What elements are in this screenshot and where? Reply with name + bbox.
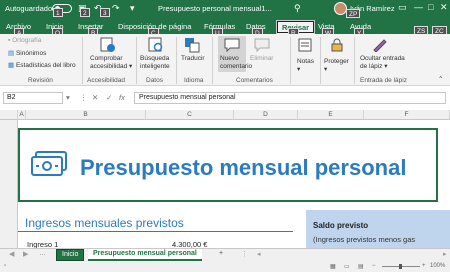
more-icon: ⋮ xyxy=(80,93,88,102)
ribbon-display-icon[interactable]: ▭ xyxy=(398,2,407,13)
minimize-icon[interactable]: — xyxy=(414,2,423,12)
protect-icon xyxy=(331,38,343,52)
close-icon[interactable]: ✕ xyxy=(440,2,448,13)
translate-button[interactable]: Traducir xyxy=(181,55,205,63)
page-layout-icon[interactable]: ▭ xyxy=(344,263,350,270)
thesaurus-button[interactable]: ▤ Sinónimos xyxy=(8,50,46,58)
group-separator xyxy=(136,37,137,84)
formula-bar: B2 ▾ ⋮ ✕ ✓ fx Presupuesto mensual person… xyxy=(0,90,450,106)
group-separator xyxy=(290,37,291,84)
group-separator xyxy=(354,37,355,84)
notes-icon xyxy=(298,38,312,52)
title-bar: Autoguardado ▣ ↶ ↷ ▾ Presupuesto persona… xyxy=(0,0,450,18)
hide-ink-button[interactable]: Ocultar entrada de lápiz ▾ xyxy=(360,55,405,71)
translate-icon xyxy=(185,38,200,53)
keytip-autosave: 1 xyxy=(53,8,63,17)
group-label-datos: Datos xyxy=(146,77,163,84)
group-separator xyxy=(320,37,321,84)
formula-input[interactable]: Presupuesto mensual personal xyxy=(134,92,446,104)
group-separator xyxy=(82,37,83,84)
name-box[interactable]: B2 xyxy=(3,92,63,104)
ribbon: ▪ Ortografía ▤ Sinónimos ▦ Estadísticas … xyxy=(0,34,450,86)
sheet-tab-inicio[interactable]: Inicio xyxy=(56,249,85,261)
group-separator xyxy=(212,37,213,84)
group-label-idioma: Idioma xyxy=(184,77,204,84)
maximize-icon[interactable]: □ xyxy=(428,2,433,12)
row-headers[interactable] xyxy=(0,120,18,248)
accessibility-icon xyxy=(100,37,115,52)
column-header[interactable]: C xyxy=(146,110,234,120)
delete-comment-button[interactable]: Eliminar xyxy=(250,55,273,63)
sheet-title: Presupuesto mensual personal xyxy=(80,155,407,180)
notes-button[interactable]: Notas ▾ xyxy=(297,58,314,74)
collapse-ribbon-icon[interactable]: ⌃ xyxy=(438,76,443,84)
scroll-left-icon[interactable]: ◂ xyxy=(252,249,266,261)
customize-qat-icon[interactable]: ▾ xyxy=(130,3,135,14)
autosave-label: Autoguardado xyxy=(5,4,53,13)
cancel-icon[interactable]: ✕ xyxy=(92,93,98,102)
group-label-comentarios: Comentarios xyxy=(236,77,273,84)
delete-comment-icon xyxy=(254,38,270,52)
ribbon-tabs: Archivo Inicio Insertar Disposición de p… xyxy=(0,18,450,34)
group-separator xyxy=(176,37,177,84)
income-underline xyxy=(18,231,293,232)
insert-function-icon[interactable]: fx xyxy=(119,93,125,102)
redo-icon[interactable]: ↷ xyxy=(112,3,120,14)
group-label-entrada: Entrada de lápiz xyxy=(360,77,407,84)
zoom-slider-thumb[interactable] xyxy=(399,264,402,269)
column-header[interactable]: D xyxy=(234,110,298,120)
saldo-subtitle: (Ingresos previstos menos gas xyxy=(313,235,416,244)
scroll-right-icon[interactable]: ▸ xyxy=(438,249,450,261)
saldo-title: Saldo previsto xyxy=(313,221,369,230)
zoom-in-icon[interactable]: + xyxy=(422,263,426,269)
column-header[interactable]: B xyxy=(26,110,146,120)
column-header[interactable]: E xyxy=(298,110,364,120)
income-header: Ingresos mensuales previstos xyxy=(25,216,184,230)
normal-view-icon[interactable]: ▦ xyxy=(330,263,336,270)
window-title: Presupuesto personal mensual1... xyxy=(158,4,272,13)
protect-button[interactable]: Proteger ▾ xyxy=(324,58,349,74)
zoom-out-icon[interactable]: − xyxy=(372,263,376,269)
smart-lookup-icon xyxy=(148,37,163,52)
group-label-revision: Revisión xyxy=(28,77,53,84)
sheet-options-icon[interactable]: ⋮ xyxy=(236,249,253,261)
check-accessibility-button[interactable]: Comprobar accesibilidad ▾ xyxy=(90,55,132,71)
comment-icon xyxy=(224,38,240,52)
spelling-button[interactable]: ▪ Ortografía xyxy=(8,37,41,45)
workbook-stats-button[interactable]: ▦ Estadísticas del libro xyxy=(8,62,76,70)
column-header[interactable]: F xyxy=(364,110,450,120)
status-ready-icon: ▫ xyxy=(4,263,7,269)
smart-lookup-button[interactable]: Búsqueda inteligente xyxy=(140,55,170,71)
namebox-dropdown-icon[interactable]: ▾ xyxy=(66,93,70,102)
search-icon[interactable]: ⚲ xyxy=(294,3,301,14)
keytip-undo: 2 xyxy=(80,8,90,17)
column-header[interactable]: A xyxy=(18,110,26,120)
sheet-more-icon[interactable]: … xyxy=(34,249,51,261)
sheet-nav-next-icon[interactable]: ▶ xyxy=(18,249,33,261)
zoom-level[interactable]: 100% xyxy=(430,263,445,269)
sheet-tab-presupuesto[interactable]: Presupuesto mensual personal xyxy=(88,249,202,261)
page-break-icon[interactable]: ▤ xyxy=(358,263,364,270)
add-sheet-button[interactable]: + xyxy=(214,249,228,261)
enter-icon[interactable]: ✓ xyxy=(106,93,112,102)
money-icon xyxy=(31,151,67,176)
keytip-redo: 3 xyxy=(100,8,110,17)
keytip-user: ZP xyxy=(346,9,361,18)
hide-ink-icon xyxy=(373,39,387,52)
group-label-accesibilidad: Accesibilidad xyxy=(87,77,125,84)
select-all-corner[interactable] xyxy=(0,110,18,120)
status-bar: ▫ ▦ ▭ ▤ − + 100% xyxy=(0,262,450,272)
